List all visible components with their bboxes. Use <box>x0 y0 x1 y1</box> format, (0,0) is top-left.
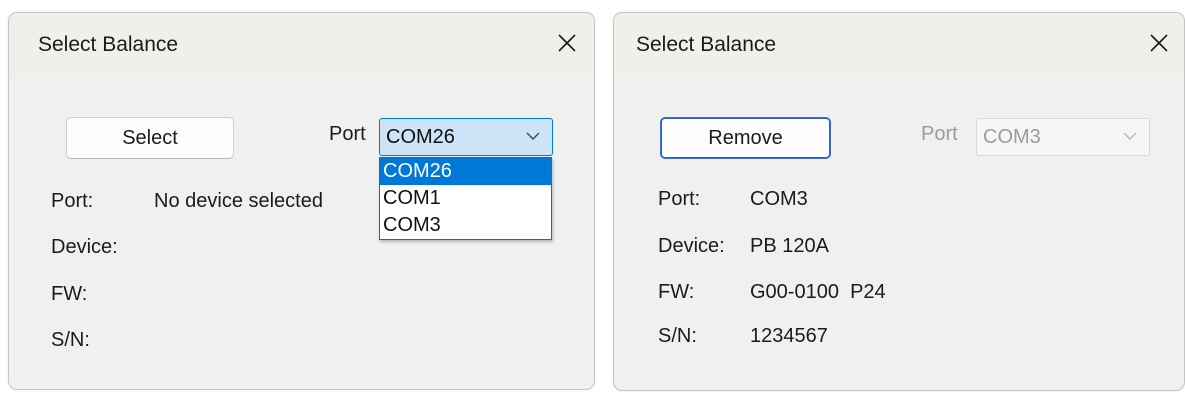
port-combobox-value: COM3 <box>983 126 1041 148</box>
chevron-down-icon <box>526 132 540 140</box>
port-info-label: Port: <box>658 188 701 210</box>
close-icon <box>1150 34 1168 52</box>
fw-info-label: FW: <box>658 281 695 303</box>
fw-info-label: FW: <box>51 283 88 305</box>
select-button[interactable]: Select <box>66 117 234 159</box>
select-balance-dialog-right: Select Balance Remove Port COM3 Port: CO… <box>613 12 1185 391</box>
close-button[interactable] <box>549 27 585 59</box>
port-dropdown-list: COM26 COM1 COM3 <box>379 157 552 240</box>
port-combobox[interactable]: COM26 <box>379 118 553 156</box>
device-info-label: Device: <box>51 236 118 258</box>
port-combobox-value: COM26 <box>386 126 455 148</box>
title-bar: Select Balance <box>614 13 1184 79</box>
fw-info-value: G00-0100 P24 <box>750 281 886 303</box>
device-info-label: Device: <box>658 235 725 257</box>
port-info-value: COM3 <box>750 188 808 210</box>
dialog-title: Select Balance <box>636 33 777 56</box>
dropdown-option-com3[interactable]: COM3 <box>380 212 551 239</box>
port-info-label: Port: <box>51 190 94 212</box>
dropdown-option-com1[interactable]: COM1 <box>380 185 551 212</box>
dialog-title: Select Balance <box>38 33 179 56</box>
remove-button[interactable]: Remove <box>660 117 831 159</box>
port-combo-label: Port <box>329 123 366 145</box>
chevron-down-icon <box>1123 132 1137 140</box>
port-combobox-disabled: COM3 <box>976 118 1150 156</box>
sn-info-value: 1234567 <box>750 325 828 347</box>
select-balance-dialog-left: Select Balance Select Port COM26 COM26 C… <box>8 12 595 390</box>
title-bar: Select Balance <box>9 13 594 79</box>
device-info-value: PB 120A <box>750 235 829 257</box>
close-button[interactable] <box>1141 27 1177 59</box>
port-combo-label: Port <box>921 123 958 145</box>
sn-info-label: S/N: <box>51 329 90 351</box>
port-info-value: No device selected <box>154 190 323 212</box>
dropdown-option-com26[interactable]: COM26 <box>380 158 551 185</box>
close-icon <box>558 34 576 52</box>
sn-info-label: S/N: <box>658 325 697 347</box>
